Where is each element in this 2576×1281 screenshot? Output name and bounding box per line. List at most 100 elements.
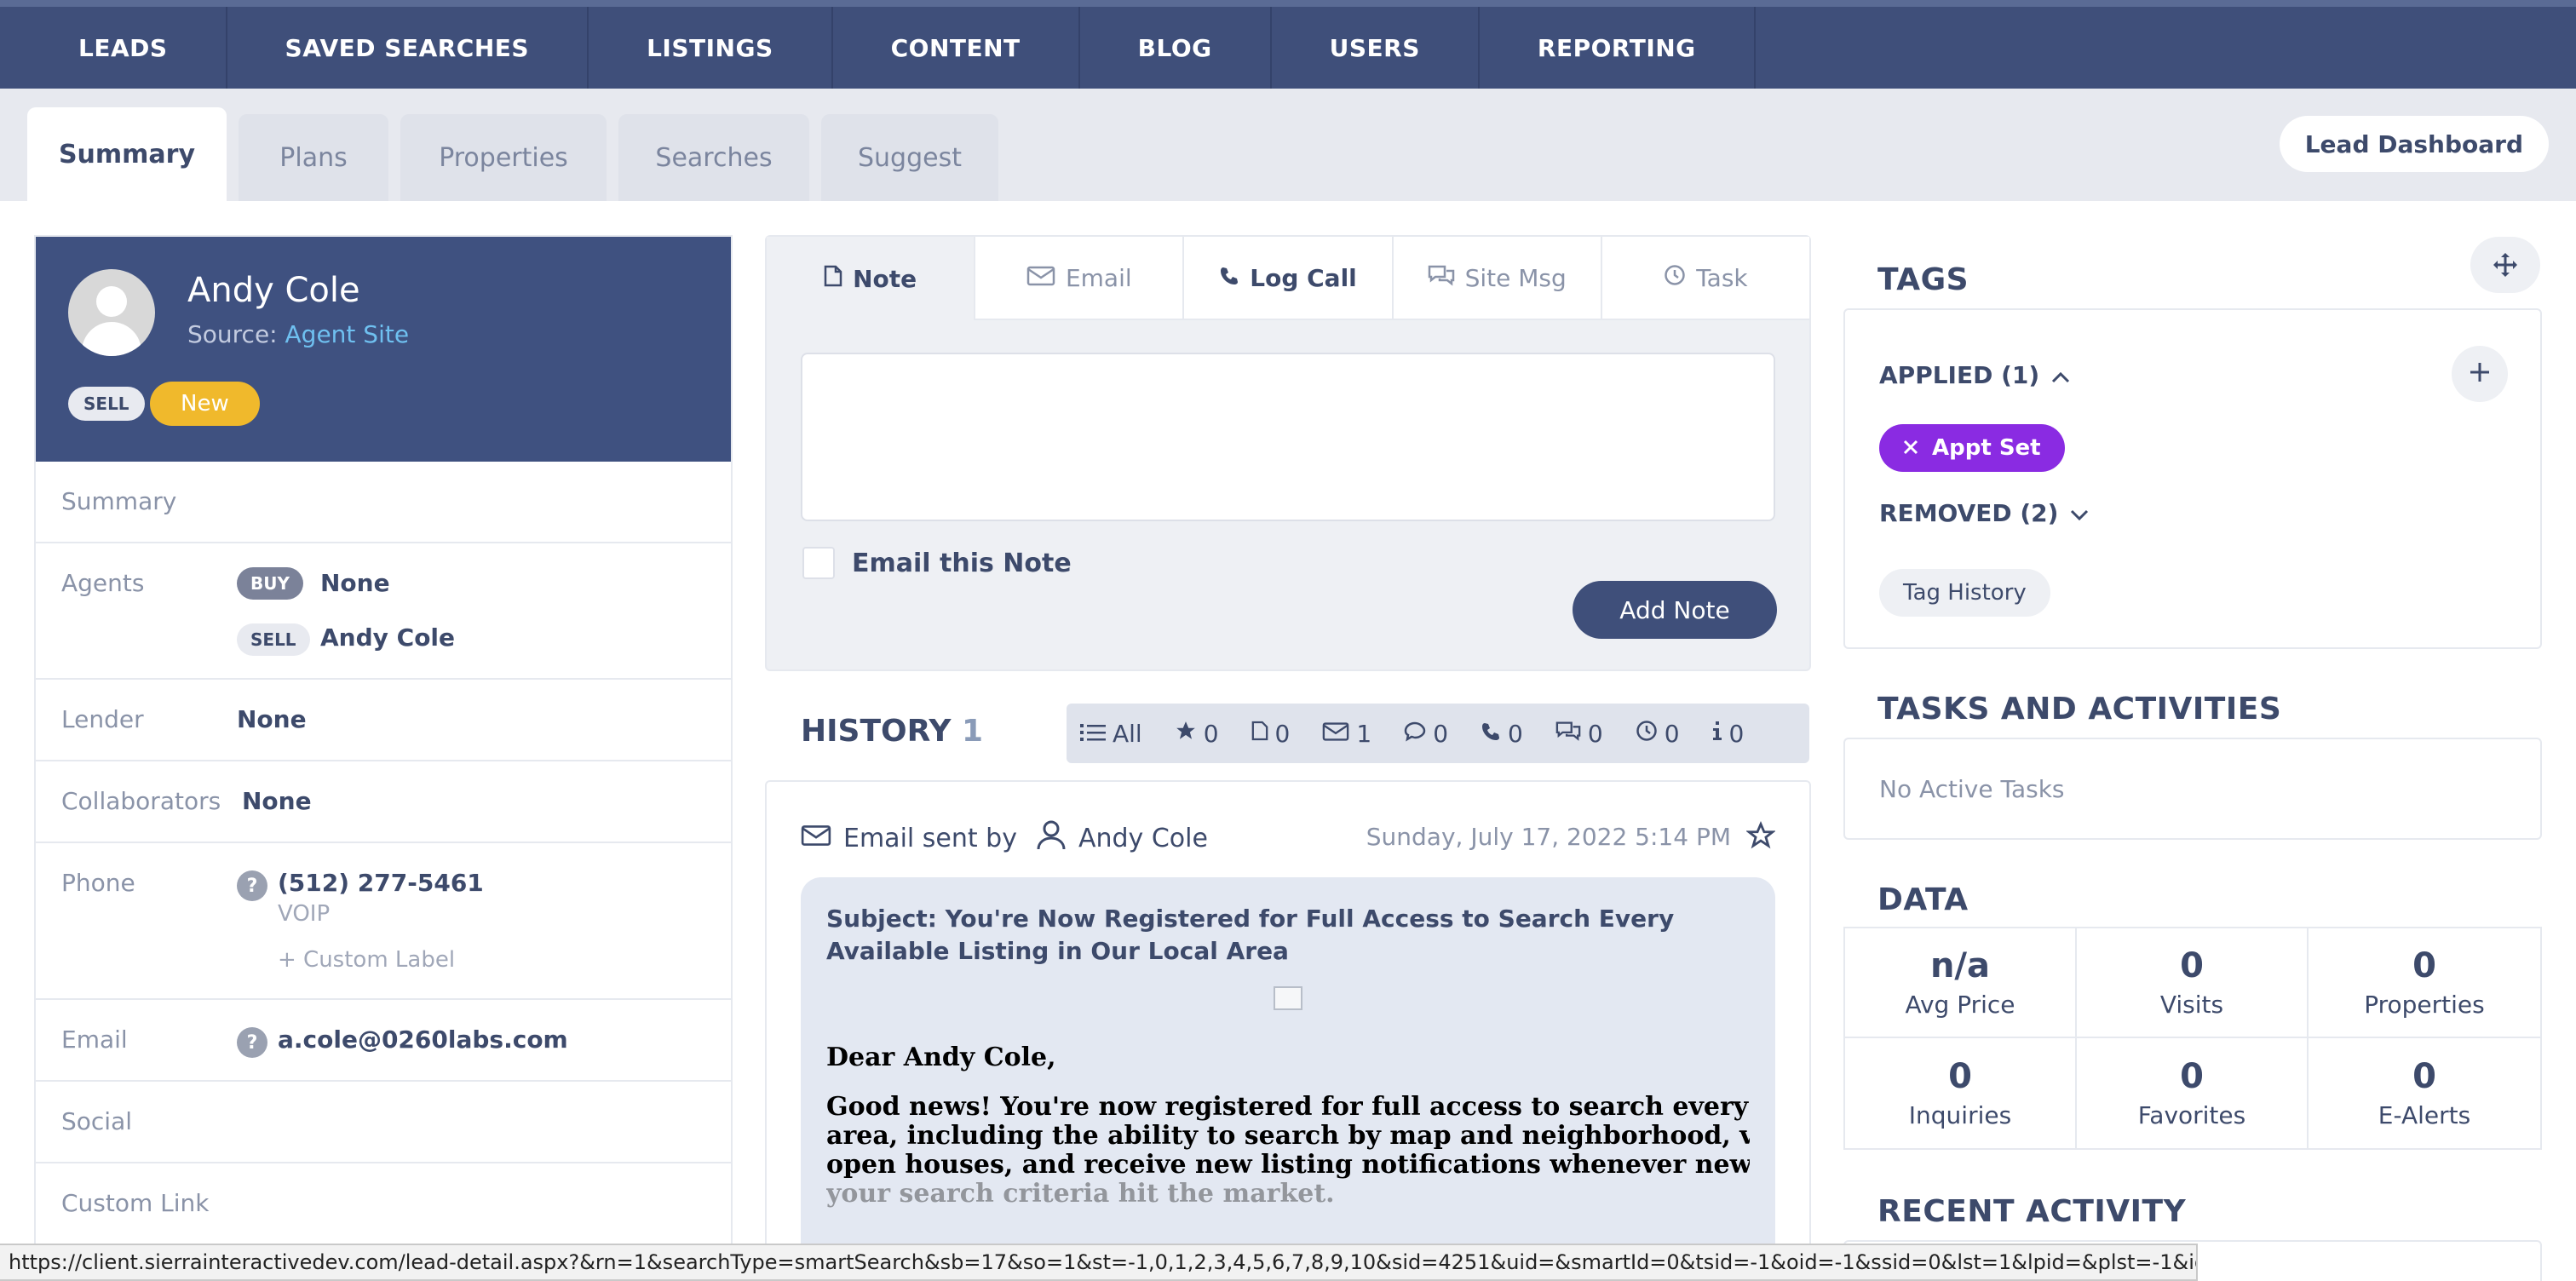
- removed-label: REMOVED (2): [1879, 499, 2059, 527]
- mail-icon: [801, 824, 831, 853]
- data-label: E-Alerts: [2378, 1101, 2471, 1129]
- data-value: 0: [2180, 1057, 2204, 1096]
- data-value: 0: [1948, 1057, 1972, 1096]
- data-cell-favorites[interactable]: 0 Favorites: [2077, 1038, 2309, 1148]
- history-filters: All 0 0 1 0 0 0 0 0: [1067, 704, 1809, 763]
- composer-tabs: Note Email Log Call Site Msg Task: [767, 237, 1810, 320]
- tab-email[interactable]: Email: [975, 237, 1185, 320]
- lead-header: Andy Cole Source: Agent Site SELL New: [36, 237, 731, 462]
- clock-icon: [1664, 264, 1686, 292]
- applied-toggle[interactable]: APPLIED (1): [1879, 361, 2070, 389]
- nav-blog[interactable]: BLOG: [1080, 7, 1272, 89]
- add-custom-label-link[interactable]: + Custom Label: [278, 947, 455, 973]
- lead-tab-bar: Summary Plans Properties Searches Sugges…: [0, 89, 2576, 201]
- email-note-checkbox[interactable]: [802, 547, 835, 579]
- mail-icon: [1322, 720, 1349, 748]
- agents-row: Agents BUY None SELL Andy Cole: [36, 543, 731, 680]
- phone-icon: [1481, 720, 1501, 748]
- email-value[interactable]: a.cole@0260labs.com: [278, 1025, 568, 1054]
- note-textarea[interactable]: [801, 353, 1775, 521]
- lead-status-badge[interactable]: New: [150, 382, 260, 426]
- summary-label: Summary: [61, 487, 177, 515]
- tab-properties[interactable]: Properties: [400, 114, 607, 201]
- filter-texts-count: 0: [1433, 719, 1449, 748]
- tab-log-call[interactable]: Log Call: [1184, 237, 1394, 320]
- nav-listings[interactable]: LISTINGS: [589, 7, 833, 89]
- data-cell-inquiries[interactable]: 0 Inquiries: [1845, 1038, 2077, 1148]
- email-help-icon[interactable]: ?: [237, 1027, 267, 1058]
- lead-name: Andy Cole: [187, 271, 360, 310]
- filter-notes[interactable]: 0: [1251, 720, 1290, 748]
- lender-value[interactable]: None: [237, 705, 307, 733]
- tab-summary[interactable]: Summary: [27, 107, 227, 201]
- data-cell-properties[interactable]: 0 Properties: [2309, 928, 2540, 1038]
- email-line: Good news! You're now registered for ful…: [826, 1093, 1750, 1122]
- source-link[interactable]: Agent Site: [285, 320, 410, 348]
- filter-tasks[interactable]: 0: [1636, 720, 1680, 748]
- custom-link-label: Custom Link: [61, 1189, 210, 1217]
- filter-site-msgs-count: 0: [1587, 719, 1603, 748]
- tags-box: APPLIED (1) Appt Set REMOVED (2) Tag His…: [1843, 308, 2542, 649]
- tab-note-label: Note: [853, 264, 917, 293]
- filter-info[interactable]: 0: [1712, 720, 1744, 748]
- filter-emails[interactable]: 1: [1322, 720, 1371, 748]
- star-icon: [1175, 720, 1197, 748]
- add-tag-button[interactable]: [2452, 346, 2508, 402]
- data-cell-e-alerts[interactable]: 0 E-Alerts: [2309, 1038, 2540, 1148]
- custom-link-row: Custom Link: [36, 1163, 731, 1245]
- phone-value[interactable]: (512) 277-5461: [278, 869, 484, 897]
- removed-toggle[interactable]: REMOVED (2): [1879, 499, 2089, 527]
- sent-by-label: Email sent by: [843, 823, 1017, 853]
- data-cell-visits[interactable]: 0 Visits: [2077, 928, 2309, 1038]
- data-value: n/a: [1929, 946, 1991, 985]
- tab-note[interactable]: Note: [767, 237, 976, 320]
- filter-favorites[interactable]: 0: [1175, 720, 1219, 748]
- history-count: 1: [961, 714, 984, 749]
- data-title: DATA: [1877, 882, 1969, 917]
- data-label: Avg Price: [1905, 991, 2015, 1019]
- nav-users[interactable]: USERS: [1272, 7, 1480, 89]
- no-tasks-text: No Active Tasks: [1879, 775, 2065, 803]
- status-bar-url: https://client.sierrainteractivedev.com/…: [0, 1244, 2198, 1281]
- tab-searches[interactable]: Searches: [618, 114, 809, 201]
- tab-suggest[interactable]: Suggest: [821, 114, 998, 201]
- top-nav: LEADS SAVED SEARCHES LISTINGS CONTENT BL…: [0, 0, 2576, 89]
- phone-label: Phone: [61, 869, 135, 897]
- nav-reporting[interactable]: REPORTING: [1480, 7, 1756, 89]
- sent-by-author[interactable]: Andy Cole: [1078, 824, 1208, 853]
- applied-label: APPLIED (1): [1879, 361, 2040, 389]
- move-icon[interactable]: [2470, 237, 2540, 293]
- close-icon[interactable]: [1903, 435, 1918, 461]
- lead-source: Source: Agent Site: [187, 320, 409, 348]
- filter-calls[interactable]: 0: [1481, 720, 1523, 748]
- tab-plans[interactable]: Plans: [239, 114, 388, 201]
- tag-label: Appt Set: [1932, 435, 2041, 461]
- sell-agent[interactable]: Andy Cole: [320, 623, 455, 652]
- email-greeting: Dear Andy Cole,: [826, 1043, 1056, 1072]
- data-label: Visits: [2159, 991, 2224, 1019]
- favorite-star-icon[interactable]: [1745, 820, 1776, 853]
- filter-all[interactable]: All: [1080, 720, 1142, 748]
- tab-site-msg[interactable]: Site Msg: [1393, 237, 1602, 320]
- data-value: 0: [2412, 1057, 2436, 1096]
- tag-appt-set[interactable]: Appt Set: [1879, 424, 2065, 472]
- nav-saved-searches[interactable]: SAVED SEARCHES: [227, 7, 589, 89]
- data-label: Inquiries: [1908, 1101, 2012, 1129]
- avatar: [68, 269, 155, 356]
- lead-dashboard-button[interactable]: Lead Dashboard: [2279, 116, 2549, 172]
- list-icon: [1080, 720, 1106, 748]
- tab-task[interactable]: Task: [1601, 237, 1810, 320]
- add-note-button[interactable]: Add Note: [1573, 581, 1777, 639]
- collaborators-row: Collaborators None: [36, 761, 731, 843]
- nav-content[interactable]: CONTENT: [833, 7, 1080, 89]
- nav-leads[interactable]: LEADS: [0, 7, 227, 89]
- phone-help-icon[interactable]: ?: [237, 870, 267, 901]
- social-row: Social: [36, 1082, 731, 1163]
- buy-agent[interactable]: None: [320, 569, 390, 597]
- history-entry-date: Sunday, July 17, 2022 5:14 PM: [1366, 823, 1731, 851]
- chevron-down-icon: [2070, 499, 2089, 527]
- filter-texts[interactable]: 0: [1404, 720, 1448, 748]
- collaborators-value[interactable]: None: [242, 787, 312, 815]
- filter-site-msgs[interactable]: 0: [1555, 720, 1603, 748]
- tag-history-button[interactable]: Tag History: [1879, 569, 2050, 617]
